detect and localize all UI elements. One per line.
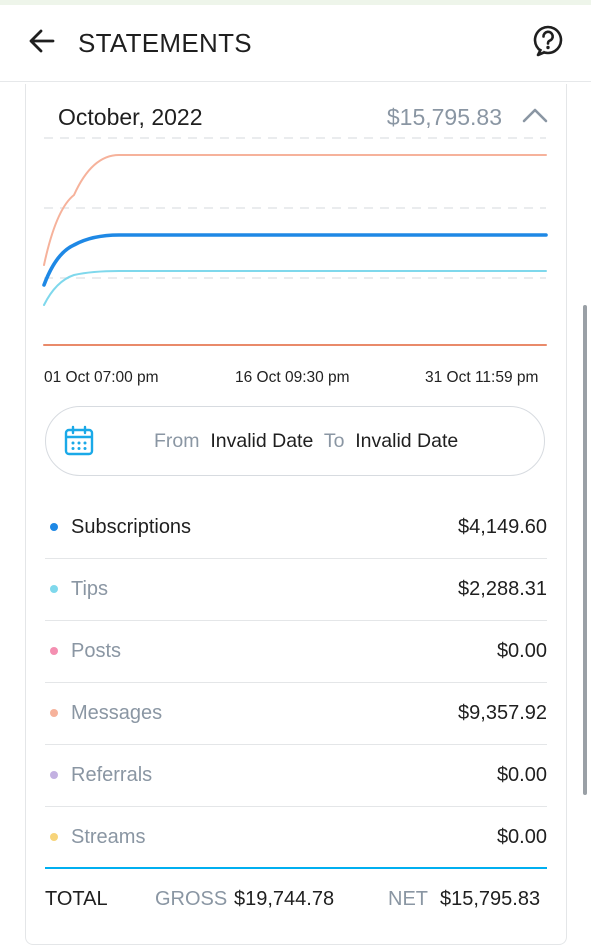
row-value: $0.00 [496,640,547,662]
row-label: Referrals [71,764,153,786]
to-date: Invalid Date [355,430,459,452]
from-label: From [154,430,200,452]
from-date: Invalid Date [210,430,314,452]
x-tick-label: 31 Oct 11:59 pm [425,369,539,386]
series-line-tips [43,270,547,306]
chart-series [42,154,548,346]
arrow-left-icon [27,26,57,61]
breakdown-row-referrals[interactable]: Referrals $0.00 [45,744,547,807]
row-value: $0.00 [496,826,547,848]
gross-value: $19,744.78 [234,888,335,910]
page-title: STATEMENTS [78,28,252,58]
series-dot [50,709,58,717]
earnings-chart [42,137,548,346]
row-label: Tips [71,578,109,600]
x-tick-label: 01 Oct 07:00 pm [44,369,159,386]
back-button[interactable] [22,23,62,63]
series-dot [50,647,58,655]
breakdown-row-tips[interactable]: Tips $2,288.31 [45,558,547,621]
date-range-picker[interactable]: From Invalid Date To Invalid Date [45,406,545,476]
series-dot [50,523,58,531]
row-value: $4,149.60 [458,516,547,538]
series-dot [50,771,58,779]
series-line-subscriptions [42,233,548,287]
gross-label: GROSS [155,888,228,910]
row-value: $9,357.92 [458,702,547,724]
app-header: STATEMENTS [0,5,591,82]
statement-total: $15,795.83 [386,104,502,130]
statement-month: October, 2022 [58,104,203,130]
help-button[interactable] [528,23,568,63]
row-label: Subscriptions [71,516,192,538]
series-dot [50,833,58,841]
help-circle-icon [532,24,564,63]
net-value: $15,795.83 [440,888,541,910]
chart-grid [44,137,546,279]
total-label: TOTAL [45,888,108,910]
row-label: Streams [71,826,146,848]
breakdown-row-subscriptions[interactable]: Subscriptions $4,149.60 [45,496,547,559]
series-line-messages [43,154,547,266]
totals-row: TOTAL GROSS $19,744.78 NET $15,795.83 [45,880,549,918]
calendar-icon [62,424,96,458]
series-dot [50,585,58,593]
row-value: $0.00 [496,764,547,786]
breakdown-row-messages[interactable]: Messages $9,357.92 [45,682,547,745]
row-label: Messages [71,702,163,724]
breakdown-row-streams[interactable]: Streams $0.00 [45,806,547,868]
scrollbar[interactable] [583,305,587,795]
date-range-text: From Invalid Date To Invalid Date [154,407,458,475]
net-label: NET [388,888,428,910]
chevron-up-icon [522,107,548,128]
to-label: To [323,430,345,452]
breakdown-row-posts[interactable]: Posts $0.00 [45,620,547,683]
collapse-button[interactable] [518,100,552,134]
x-tick-label: 16 Oct 09:30 pm [235,369,350,386]
row-value: $2,288.31 [458,578,547,600]
totals-divider [45,867,547,869]
row-label: Posts [71,640,122,662]
